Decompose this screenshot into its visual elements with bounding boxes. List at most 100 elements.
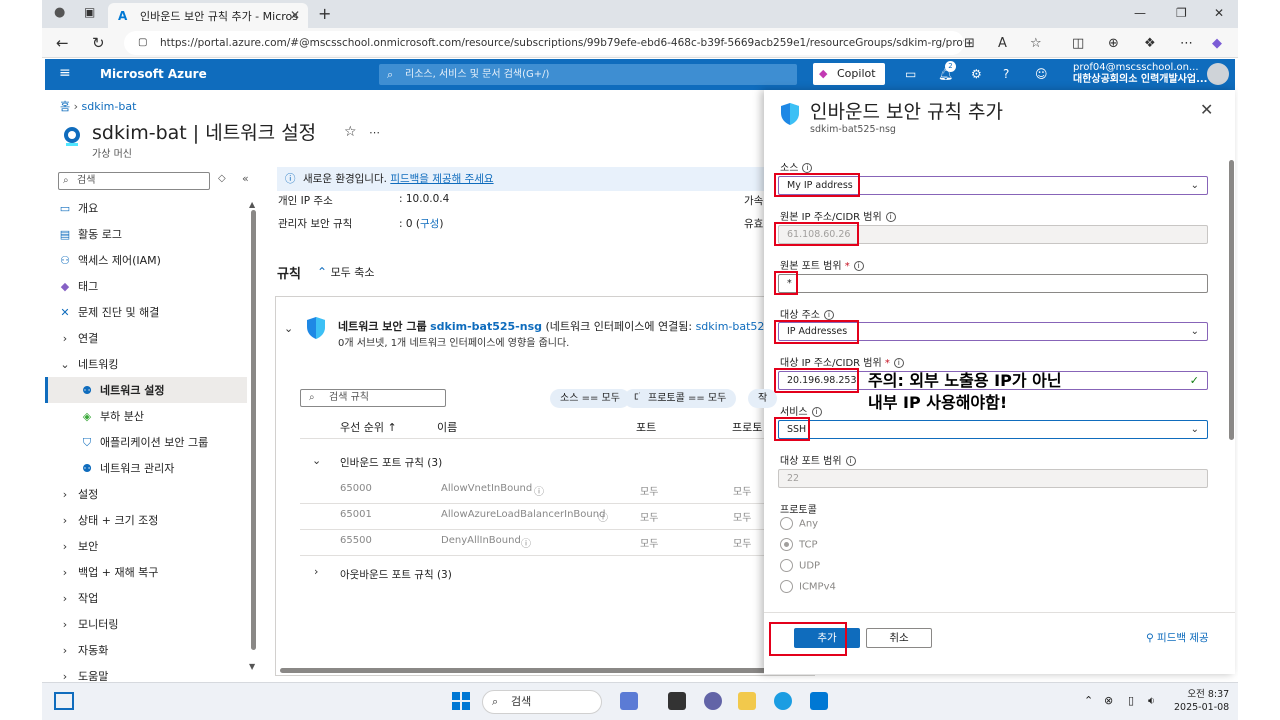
help-icon[interactable]: ? <box>1003 67 1009 81</box>
src-port-input[interactable]: * <box>778 274 1208 293</box>
col-port[interactable]: 포트 <box>636 419 656 435</box>
scroll-up-icon[interactable]: ▲ <box>249 200 255 209</box>
horizontal-scrollbar[interactable] <box>280 668 800 673</box>
back-icon[interactable]: ← <box>56 34 69 52</box>
nav-item-9[interactable]: ⛉ 애플리케이션 보안 그룹 <box>80 431 208 455</box>
extensions-icon[interactable]: ❖ <box>1144 36 1156 51</box>
filter-icon[interactable]: ◇ <box>218 173 226 184</box>
favorite-star-icon[interactable]: ☆ ⋯ <box>344 124 380 140</box>
teams-icon[interactable] <box>704 692 722 710</box>
breadcrumb-home[interactable]: 홈 <box>60 100 70 113</box>
nav-item-16[interactable]: › 모니터링 <box>58 613 119 637</box>
volume-icon[interactable]: 🔉︎ <box>1148 694 1155 708</box>
scroll-down-icon[interactable]: ▼ <box>249 662 255 671</box>
feedback-icon[interactable]: ☺ <box>1035 67 1048 81</box>
nav-item-6[interactable]: ⌄ 네트워킹 <box>58 353 118 377</box>
new-tab-icon[interactable]: + <box>318 4 331 23</box>
nav-item-8[interactable]: ◈ 부하 분산 <box>80 405 144 429</box>
refresh-icon[interactable]: ↻ <box>92 34 105 52</box>
panel-feedback-link[interactable]: ⚲ 피드백 제공 <box>1146 630 1209 645</box>
nav-item-13[interactable]: › 보안 <box>58 535 98 559</box>
info-icon[interactable]: ⓘ <box>521 535 531 550</box>
nav-item-10[interactable]: ⚉ 네트워크 관리자 <box>80 457 174 481</box>
file-explorer-icon[interactable] <box>738 692 756 710</box>
split-screen-icon[interactable]: ◫ <box>1072 36 1084 51</box>
global-search-input[interactable]: ⌕ 리소스, 서비스 및 문서 검색(G+/) <box>379 64 797 85</box>
browser-tab[interactable]: A 인바운드 보안 규칙 추가 - Micros ✕ <box>108 3 308 28</box>
col-protocol[interactable]: 프로토 <box>732 419 762 435</box>
tray-chevron-icon[interactable]: ⌃ <box>1084 694 1093 707</box>
tab-close-icon[interactable]: ✕ <box>290 8 300 22</box>
copilot-browser-icon[interactable]: ◆ <box>1212 36 1222 51</box>
edge-icon[interactable] <box>774 692 792 710</box>
inbound-expand-icon[interactable]: ⌄ <box>312 454 321 467</box>
more-icon[interactable]: ⋯ <box>1180 36 1193 51</box>
tray-app-icon[interactable]: ⊗ <box>1104 694 1113 707</box>
cloud-shell-icon[interactable]: ▭ <box>905 67 916 81</box>
nav-item-17[interactable]: › 자동화 <box>58 639 109 663</box>
col-name[interactable]: 이름 <box>437 419 457 435</box>
minimize-icon[interactable]: — <box>1134 6 1146 20</box>
protocol-tcp-radio[interactable]: TCP <box>780 538 818 551</box>
filter-source-pill[interactable]: 소스 == 모두 <box>550 389 630 408</box>
azure-brand[interactable]: Microsoft Azure <box>100 67 207 81</box>
outbound-expand-icon[interactable]: › <box>314 565 318 578</box>
protocol-udp-radio[interactable]: UDP <box>780 559 820 572</box>
info-icon[interactable]: ⓘ <box>598 509 608 524</box>
panel-scrollbar[interactable] <box>1229 160 1234 440</box>
app-pinned-icon[interactable] <box>620 692 638 710</box>
restore-icon[interactable]: ❐ <box>1176 6 1187 20</box>
store-icon[interactable] <box>810 692 828 710</box>
profile-icon[interactable]: ● <box>54 5 65 20</box>
hamburger-icon[interactable]: ≡ <box>59 65 71 81</box>
nav-item-5[interactable]: › 연결 <box>58 327 98 351</box>
read-aloud-icon[interactable]: A <box>998 36 1007 51</box>
col-priority[interactable]: 우선 순위 ↑ <box>340 419 397 435</box>
app-icon[interactable]: ⊞ <box>964 36 975 51</box>
filter-more-pill[interactable]: 작 <box>748 389 778 408</box>
widgets-icon[interactable] <box>54 692 74 710</box>
copilot-button[interactable]: ◆ Copilot <box>813 63 885 85</box>
clock[interactable]: 오전 8:37 2025-01-08 <box>1174 688 1229 714</box>
taskbar-search[interactable]: ⌕ 검색 <box>482 690 602 714</box>
banner-feedback-link[interactable]: 피드백을 제공해 주세요 <box>390 173 493 185</box>
rule-search-input[interactable]: ⌕ 검색 규칙 <box>300 389 446 407</box>
url-field[interactable]: ▢ https://portal.azure.com/#@mscsschool.… <box>124 31 964 55</box>
collapse-nav-icon[interactable]: « <box>242 172 249 185</box>
nsg-name-link[interactable]: sdkim-bat525-nsg <box>430 320 542 333</box>
nic-link[interactable]: sdkim-bat525 <box>696 320 772 333</box>
breadcrumb-vm[interactable]: sdkim-bat <box>82 100 137 113</box>
nav-item-15[interactable]: › 작업 <box>58 587 98 611</box>
nav-scrollbar[interactable] <box>251 210 256 650</box>
favorite-icon[interactable]: ☆ <box>1030 36 1042 51</box>
tab-actions-icon[interactable]: ▣ <box>84 5 95 19</box>
protocol-any-radio[interactable]: Any <box>780 517 818 530</box>
service-select[interactable]: SSH ⌄ <box>778 420 1208 439</box>
avatar[interactable] <box>1207 63 1229 85</box>
nav-item-7[interactable]: ⚉ 네트워크 설정 <box>80 379 165 403</box>
nav-item-12[interactable]: › 상태 + 크기 조정 <box>58 509 159 533</box>
admin-rules-config-link[interactable]: 구성 <box>420 218 439 230</box>
start-icon[interactable] <box>452 692 470 710</box>
nav-item-0[interactable]: ▭ 개요 <box>58 197 98 221</box>
nav-item-1[interactable]: ▤ 활동 로그 <box>58 223 122 247</box>
info-icon[interactable]: ⓘ <box>534 483 544 498</box>
nav-item-3[interactable]: ◆ 태그 <box>58 275 98 299</box>
nav-item-2[interactable]: ⚇ 액세스 제어(IAM) <box>58 249 161 273</box>
network-icon[interactable]: ▯ <box>1128 694 1134 707</box>
cancel-button[interactable]: 취소 <box>866 628 932 648</box>
dest-port-input[interactable]: 22 <box>778 469 1208 488</box>
nav-item-14[interactable]: › 백업 + 재해 복구 <box>58 561 159 585</box>
filter-protocol-pill[interactable]: 프로토콜 == 모두 <box>638 389 737 408</box>
protocol-icmp-radio[interactable]: ICMPv4 <box>780 580 836 593</box>
nav-item-11[interactable]: › 설정 <box>58 483 98 507</box>
nav-item-4[interactable]: ✕ 문제 진단 및 해결 <box>58 301 159 325</box>
panel-close-icon[interactable]: ✕ <box>1200 100 1213 119</box>
collections-icon[interactable]: ⊕ <box>1108 36 1119 51</box>
nsg-expand-icon[interactable]: ⌄ <box>284 322 293 335</box>
site-info-icon[interactable]: ▢ <box>138 31 147 55</box>
settings-icon[interactable]: ⚙ <box>971 67 982 81</box>
task-view-icon[interactable] <box>668 692 686 710</box>
resource-search-input[interactable]: ⌕ 검색 <box>58 172 210 190</box>
collapse-all-button[interactable]: ⌃ 모두 축소 <box>317 264 375 280</box>
